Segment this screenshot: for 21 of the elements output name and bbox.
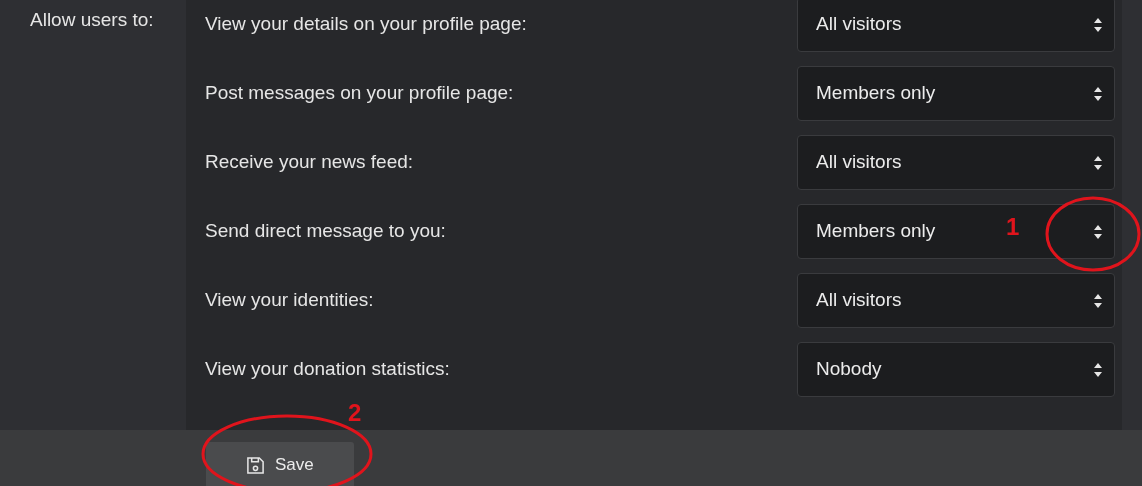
sort-arrows-icon [1094, 86, 1102, 101]
sort-arrows-icon [1094, 224, 1102, 239]
visibility-select[interactable]: All visitors [797, 273, 1115, 328]
visibility-select[interactable]: Members only [797, 66, 1115, 121]
sort-arrows-icon [1094, 362, 1102, 377]
sort-arrows-icon [1094, 155, 1102, 170]
setting-label: Receive your news feed: [205, 150, 414, 175]
annotation-number: 2 [348, 398, 362, 428]
save-button[interactable]: Save [206, 442, 354, 486]
annotation-number: 1 [1006, 212, 1020, 242]
section-label: Allow users to: [30, 9, 154, 30]
setting-label: View your details on your profile page: [205, 12, 527, 37]
setting-label: Send direct message to you: [205, 219, 446, 244]
sort-arrows-icon [1094, 293, 1102, 308]
sort-arrows-icon [1094, 17, 1102, 32]
setting-label: View your donation statistics: [205, 357, 450, 382]
visibility-select[interactable]: All visitors [797, 0, 1115, 52]
setting-label: View your identities: [205, 288, 374, 313]
visibility-select[interactable]: All visitors [797, 135, 1115, 190]
visibility-select[interactable]: Nobody [797, 342, 1115, 397]
setting-label: Post messages on your profile page: [205, 81, 514, 106]
